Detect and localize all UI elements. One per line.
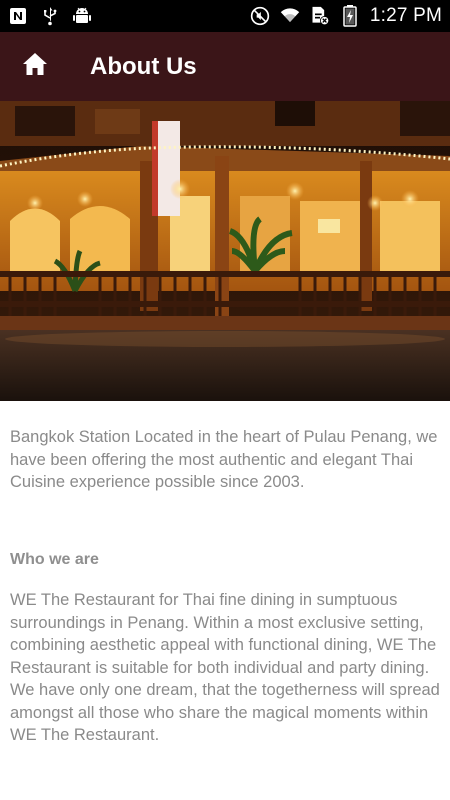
usb-icon [40, 6, 60, 26]
wifi-icon [280, 6, 300, 26]
section-body-paragraph: WE The Restaurant for Thai fine dining i… [10, 591, 440, 744]
home-icon [22, 52, 48, 81]
section-heading: Who we are [10, 550, 99, 568]
status-bar: 1:27 PM [0, 0, 450, 32]
notification-n-icon [8, 6, 28, 26]
status-bar-right: 1:27 PM [250, 5, 442, 27]
about-content: Bangkok Station Located in the heart of … [10, 426, 440, 747]
home-button[interactable] [0, 32, 70, 101]
status-bar-left [8, 6, 92, 26]
intro-paragraph: Bangkok Station Located in the heart of … [10, 428, 438, 491]
android-debug-icon [72, 6, 92, 26]
restaurant-exterior-photo [0, 101, 450, 401]
mute-icon [250, 6, 270, 26]
status-time: 1:27 PM [369, 5, 442, 26]
battery-charging-icon [340, 5, 360, 27]
page-title: About Us [90, 52, 197, 80]
sim-no-signal-icon [310, 6, 330, 26]
app-bar: About Us [0, 32, 450, 101]
